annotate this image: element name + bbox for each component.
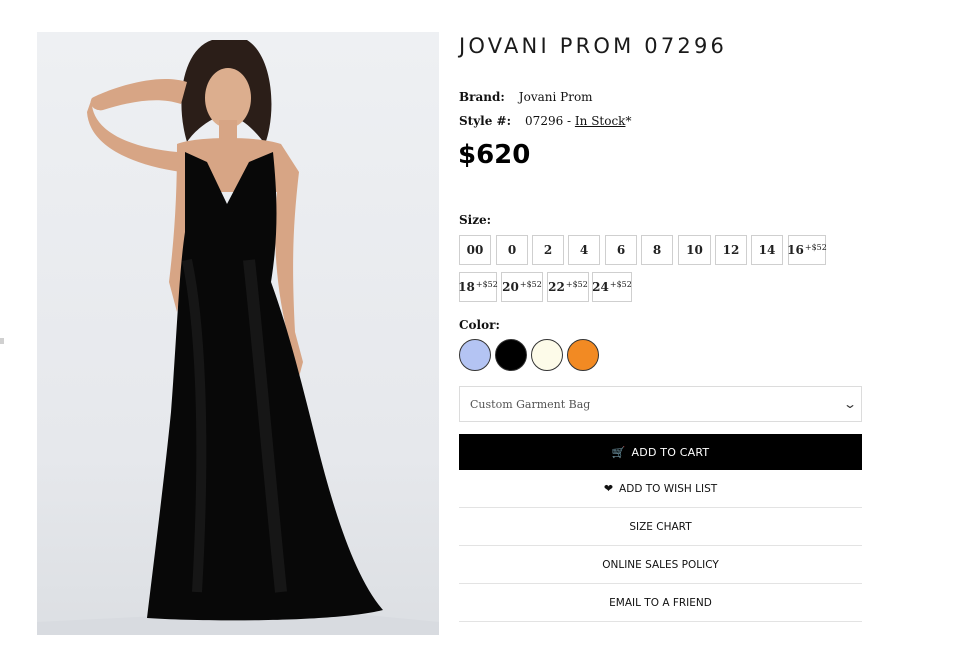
size-option-16[interactable]: 16 +$52 [787, 235, 827, 265]
sales-policy-label: ONLINE SALES POLICY [602, 558, 719, 571]
email-friend-label: EMAIL TO A FRIEND [609, 596, 712, 609]
size-value: 24 [592, 280, 609, 294]
size-option-20[interactable]: 20 +$52 [501, 272, 543, 302]
size-value: 0 [507, 243, 517, 257]
size-value: 20 [502, 280, 519, 294]
brand-label: Brand: [459, 90, 505, 104]
heart-icon: ❤ [603, 482, 614, 495]
size-value: 00 [466, 243, 484, 257]
size-option-4[interactable]: 4 [568, 235, 600, 265]
brand-value: Jovani Prom [518, 90, 593, 104]
size-option-00[interactable]: 00 [459, 235, 491, 265]
color-label: Color: [459, 318, 500, 332]
size-surcharge: +$52 [609, 279, 632, 289]
size-option-22[interactable]: 22 +$52 [547, 272, 589, 302]
size-surcharge: +$52 [475, 279, 498, 289]
size-option-18[interactable]: 18 +$52 [458, 272, 498, 302]
garment-bag-select[interactable]: Custom Garment Bag ⌄ [459, 386, 862, 422]
size-value: 16 [787, 243, 804, 257]
style-label: Style #: [459, 114, 512, 128]
cart-icon: 🛒 [611, 445, 626, 459]
style-number: 07296 - [525, 114, 575, 128]
size-option-14[interactable]: 14 [751, 235, 783, 265]
color-swatch-black[interactable] [495, 339, 527, 371]
add-to-cart-button[interactable]: 🛒 ADD TO CART [459, 434, 862, 470]
size-value: 10 [686, 243, 703, 257]
product-price: $620 [458, 140, 531, 170]
size-value: 6 [616, 243, 626, 257]
add-to-wishlist-button[interactable]: ❤ ADD TO WISH LIST [459, 470, 862, 508]
stock-status-link[interactable]: In Stock [575, 114, 626, 128]
size-option-24[interactable]: 24 +$52 [592, 272, 632, 302]
size-value: 18 [458, 280, 475, 294]
brand-row: Brand: Jovani Prom [459, 90, 593, 104]
size-option-2[interactable]: 2 [532, 235, 564, 265]
chevron-down-icon: ⌄ [842, 397, 858, 411]
size-chart-label: SIZE CHART [629, 520, 692, 533]
stock-asterisk: * [625, 114, 632, 128]
size-option-6[interactable]: 6 [605, 235, 637, 265]
color-swatch-ivory[interactable] [531, 339, 563, 371]
size-option-8[interactable]: 8 [641, 235, 673, 265]
email-friend-link[interactable]: EMAIL TO A FRIEND [459, 584, 862, 622]
size-value: 4 [579, 243, 589, 257]
product-title: JOVANI PROM 07296 [459, 34, 728, 58]
product-image[interactable] [37, 32, 439, 635]
size-option-10[interactable]: 10 [678, 235, 711, 265]
add-to-wishlist-label: ADD TO WISH LIST [619, 482, 718, 495]
color-swatch-orange[interactable] [567, 339, 599, 371]
size-surcharge: +$52 [804, 242, 827, 252]
page-edge-mark [0, 338, 4, 344]
style-row: Style #: 07296 - In Stock* [459, 114, 631, 128]
size-value: 8 [652, 243, 662, 257]
add-to-cart-label: ADD TO CART [631, 445, 710, 459]
size-option-12[interactable]: 12 [715, 235, 747, 265]
size-value: 12 [722, 243, 740, 257]
size-surcharge: +$52 [565, 279, 588, 289]
size-chart-link[interactable]: SIZE CHART [459, 508, 862, 546]
size-value: 14 [758, 243, 776, 257]
size-label: Size: [459, 213, 492, 227]
product-photo-illustration [37, 40, 439, 635]
size-value: 2 [543, 243, 553, 257]
sales-policy-link[interactable]: ONLINE SALES POLICY [459, 546, 862, 584]
garment-bag-selected-value: Custom Garment Bag [470, 397, 591, 411]
size-option-0[interactable]: 0 [496, 235, 528, 265]
size-value: 22 [548, 280, 565, 294]
color-swatch-periwinkle[interactable] [459, 339, 491, 371]
size-surcharge: +$52 [519, 279, 542, 289]
